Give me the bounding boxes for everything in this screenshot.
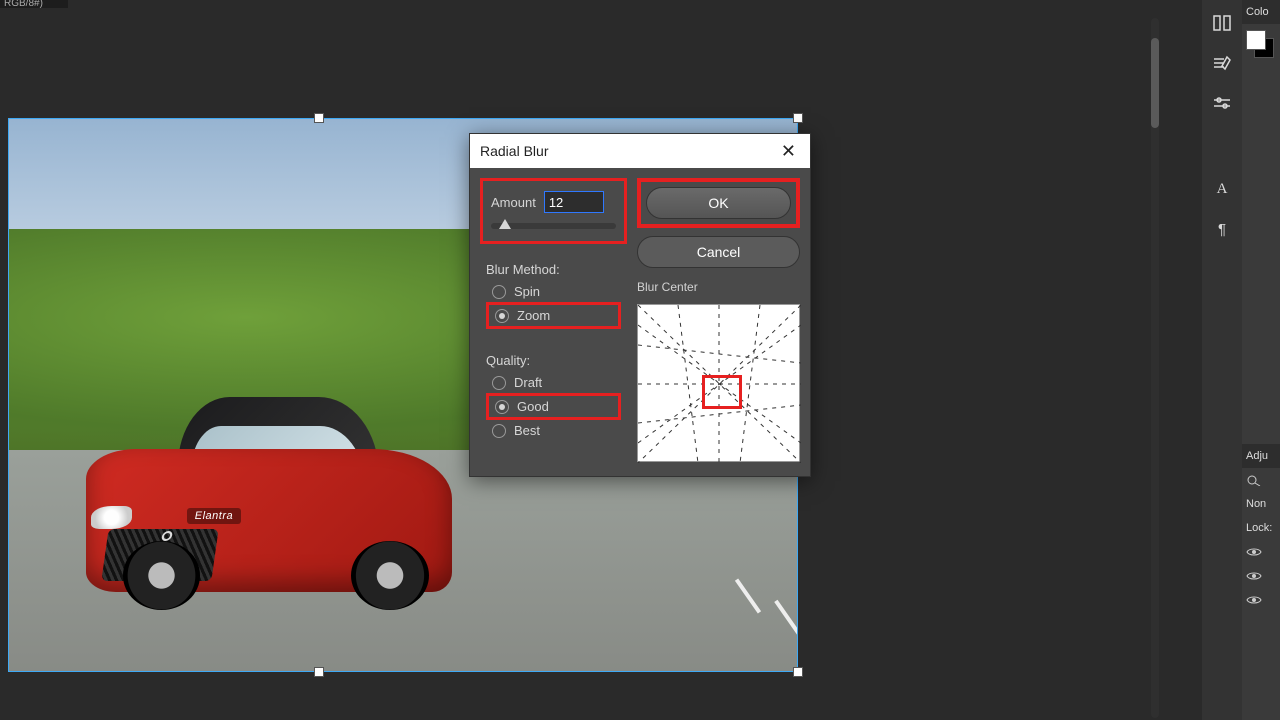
brush-panel-icon[interactable] bbox=[1209, 52, 1235, 74]
dialog-title: Radial Blur bbox=[480, 143, 548, 159]
eye-icon bbox=[1246, 594, 1262, 606]
radio-zoom-label: Zoom bbox=[517, 308, 550, 323]
transform-handle[interactable] bbox=[314, 113, 324, 123]
document-tab[interactable]: RGB/8#) bbox=[0, 0, 68, 8]
paragraph-panel-icon[interactable]: ¶ bbox=[1209, 218, 1235, 240]
adjust-panel-icon[interactable] bbox=[1209, 92, 1235, 114]
fg-bg-swatch[interactable] bbox=[1246, 30, 1274, 58]
eye-icon bbox=[1246, 546, 1262, 558]
car-badge: Elantra bbox=[187, 508, 241, 524]
radio-draft[interactable]: Draft bbox=[486, 372, 621, 393]
blur-center-target[interactable] bbox=[702, 375, 742, 409]
search-row[interactable] bbox=[1242, 468, 1280, 492]
radio-best[interactable]: Best bbox=[486, 420, 621, 441]
amount-input[interactable] bbox=[544, 191, 604, 213]
layer-visibility[interactable] bbox=[1242, 540, 1280, 564]
quality-label: Quality: bbox=[486, 353, 621, 368]
search-icon bbox=[1246, 474, 1262, 486]
radio-spin-label: Spin bbox=[514, 284, 540, 299]
right-panel-strip: Colo Adju Non Lock: bbox=[1242, 0, 1280, 720]
blur-method-label: Blur Method: bbox=[486, 262, 621, 277]
radio-spin-input[interactable] bbox=[492, 285, 506, 299]
radio-zoom-input[interactable] bbox=[495, 309, 509, 323]
radio-good[interactable]: Good bbox=[486, 393, 621, 420]
eye-icon bbox=[1246, 570, 1262, 582]
radio-zoom[interactable]: Zoom bbox=[486, 302, 621, 329]
blur-center-preview[interactable] bbox=[637, 304, 800, 462]
foreground-swatch[interactable] bbox=[1246, 30, 1266, 50]
character-panel-icon[interactable]: A bbox=[1209, 178, 1235, 200]
radio-draft-input[interactable] bbox=[492, 376, 506, 390]
slider-thumb[interactable] bbox=[499, 219, 511, 229]
canvas-scrollbar[interactable] bbox=[1151, 18, 1159, 718]
amount-label: Amount bbox=[491, 195, 536, 210]
radio-best-label: Best bbox=[514, 423, 540, 438]
right-icon-rail: A ¶ bbox=[1202, 0, 1242, 720]
transform-handle[interactable] bbox=[793, 113, 803, 123]
ok-button[interactable]: OK bbox=[646, 187, 791, 219]
close-icon[interactable]: ✕ bbox=[777, 141, 800, 162]
dialog-titlebar[interactable]: Radial Blur ✕ bbox=[470, 134, 810, 168]
amount-group: Amount bbox=[480, 178, 627, 244]
radio-best-input[interactable] bbox=[492, 424, 506, 438]
quality-group: Quality: Draft Good Best bbox=[480, 345, 627, 447]
radio-draft-label: Draft bbox=[514, 375, 542, 390]
radio-good-label: Good bbox=[517, 399, 549, 414]
blend-mode-label[interactable]: Non bbox=[1242, 492, 1280, 516]
document-tab-label: RGB/8#) bbox=[4, 0, 43, 8]
scrollbar-thumb[interactable] bbox=[1151, 38, 1159, 128]
layer-visibility[interactable] bbox=[1242, 588, 1280, 612]
radio-spin[interactable]: Spin bbox=[486, 281, 621, 302]
transform-handle[interactable] bbox=[793, 667, 803, 677]
panel-toggle-icon[interactable] bbox=[1209, 12, 1235, 34]
cancel-button[interactable]: Cancel bbox=[637, 236, 800, 268]
radial-blur-dialog: Radial Blur ✕ Amount Blur Method: Spin bbox=[469, 133, 811, 477]
lock-label: Lock: bbox=[1242, 516, 1280, 540]
ok-highlight: OK bbox=[637, 178, 800, 228]
radio-good-input[interactable] bbox=[495, 400, 509, 414]
amount-slider[interactable] bbox=[491, 223, 616, 229]
blur-method-group: Blur Method: Spin Zoom bbox=[480, 254, 627, 335]
color-panel-tab[interactable]: Colo bbox=[1242, 0, 1280, 24]
layer-visibility[interactable] bbox=[1242, 564, 1280, 588]
adjustments-tab[interactable]: Adju bbox=[1242, 444, 1280, 468]
transform-handle[interactable] bbox=[314, 667, 324, 677]
blur-center-label: Blur Center bbox=[637, 280, 800, 294]
